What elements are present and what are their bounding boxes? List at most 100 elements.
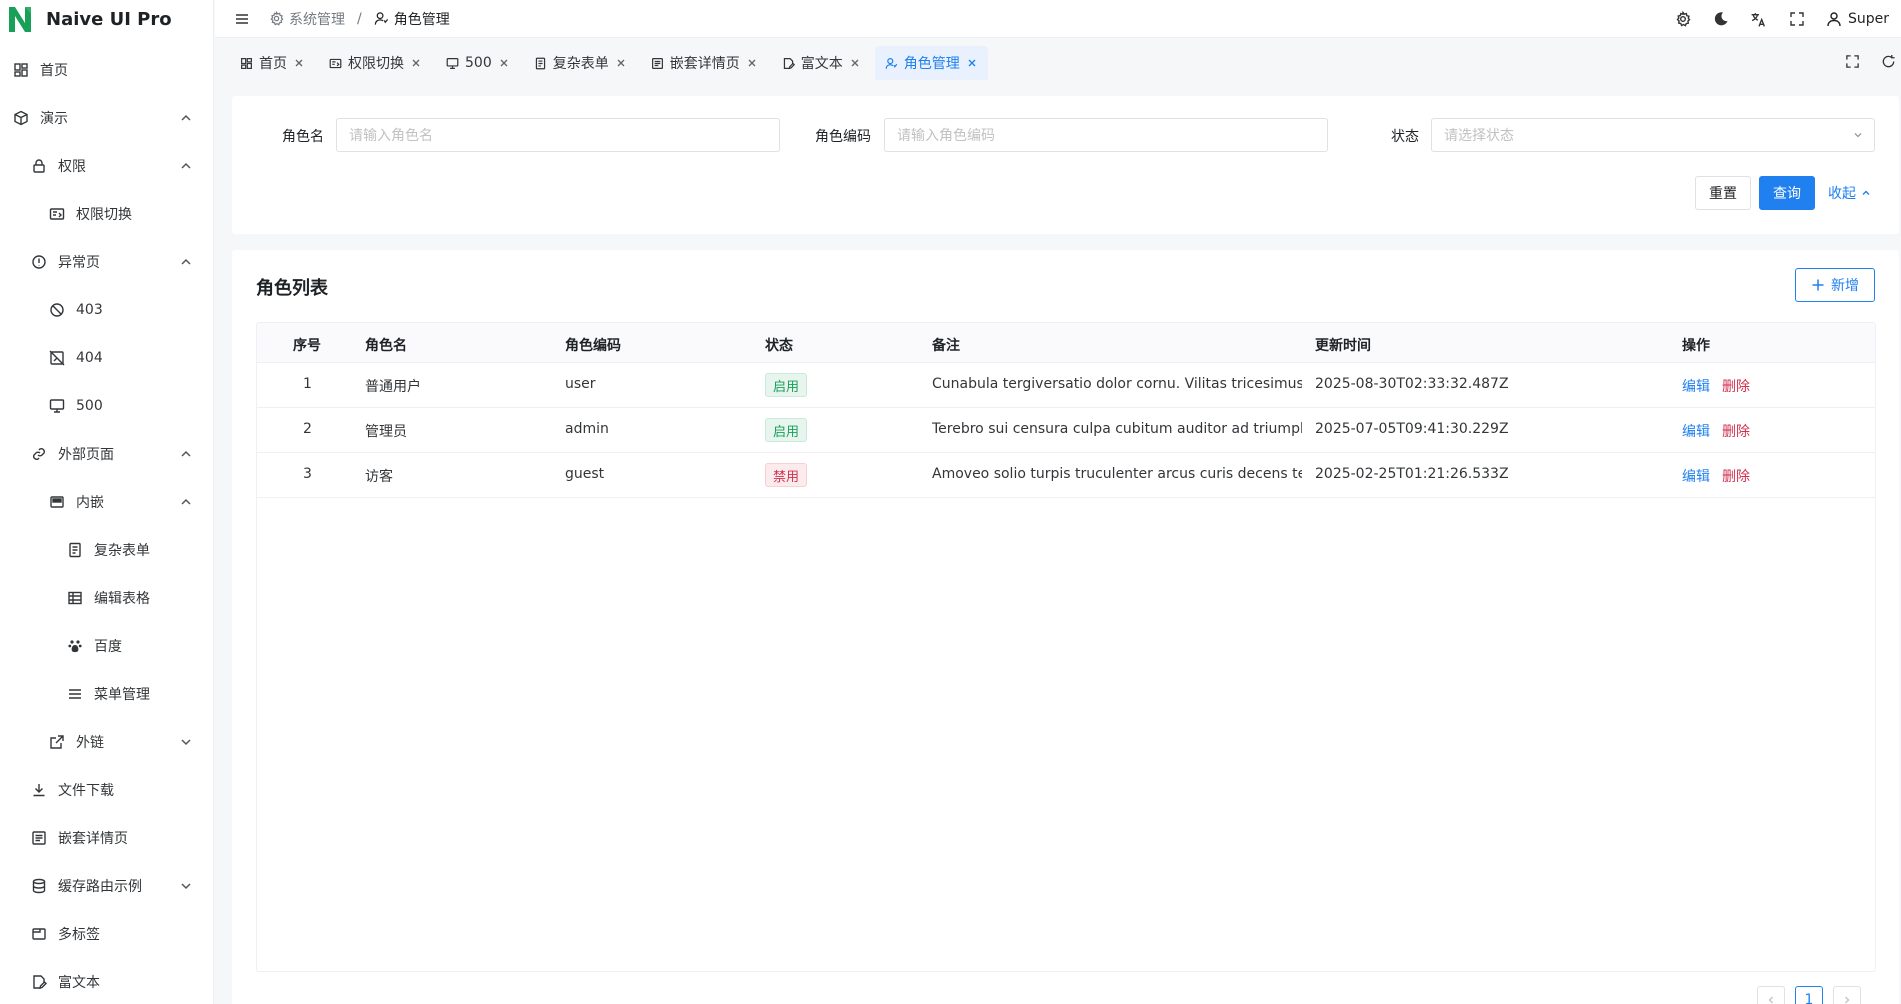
sidebar-item-nested-detail[interactable]: 嵌套详情页 (0, 816, 213, 860)
sidebar-item-label: 复杂表单 (94, 543, 150, 559)
tab-home[interactable]: 首页 (230, 46, 315, 80)
sidebar-item-label: 500 (76, 398, 103, 414)
sidebar-item-label: 百度 (94, 639, 122, 655)
tab-nested-detail[interactable]: 嵌套详情页 (641, 46, 768, 80)
sidebar-item-exception[interactable]: 异常页 (0, 240, 213, 284)
collapse-button[interactable]: 收起 (1822, 176, 1878, 210)
close-icon[interactable] (746, 57, 758, 69)
role-name-input[interactable]: 请输入角色名 (336, 118, 780, 152)
menu-toggle-icon[interactable] (233, 10, 251, 28)
sidebar-item-multi-tabs[interactable]: 多标签 (0, 912, 213, 956)
edit-link[interactable]: 编辑 (1682, 466, 1710, 486)
edit-link[interactable]: 编辑 (1682, 376, 1710, 396)
column-header-index: 序号 (293, 338, 321, 354)
close-icon[interactable] (293, 57, 305, 69)
delete-link[interactable]: 删除 (1722, 376, 1750, 396)
cell-code: guest (565, 466, 605, 482)
chevron-up-icon (178, 158, 194, 174)
user-menu[interactable]: Super (1826, 11, 1889, 27)
add-role-button[interactable]: 新增 (1795, 268, 1875, 302)
query-button[interactable]: 查询 (1759, 176, 1815, 210)
sidebar-item-label: 外链 (76, 735, 104, 751)
table-header: 序号 角色名 角色编码 状态 备注 更新时间 操作 (257, 323, 1875, 363)
tab-role-manage[interactable]: 角色管理 (874, 46, 988, 80)
role-name-placeholder: 请输入角色名 (349, 128, 433, 144)
sidebar-item-500[interactable]: 500 (0, 384, 213, 428)
list-detail-icon (651, 57, 664, 70)
sidebar-item-label: 404 (76, 350, 103, 366)
expand-content-icon[interactable] (1843, 52, 1861, 70)
sidebar-item-home[interactable]: 首页 (0, 48, 213, 92)
tab-500[interactable]: 500 (436, 46, 520, 80)
sidebar-item-403[interactable]: 403 (0, 288, 213, 332)
delete-link[interactable]: 删除 (1722, 421, 1750, 441)
close-icon[interactable] (966, 57, 978, 69)
chevron-up-icon (1860, 187, 1872, 199)
settings-icon[interactable] (1674, 10, 1692, 28)
table-icon (66, 589, 84, 607)
sidebar-item-rich-text[interactable]: 富文本 (0, 960, 213, 1004)
column-header-name: 角色名 (365, 338, 407, 354)
fullscreen-icon[interactable] (1788, 10, 1806, 28)
close-icon[interactable] (498, 57, 510, 69)
prev-page-button[interactable] (1757, 986, 1785, 1004)
edit-link[interactable]: 编辑 (1682, 421, 1710, 441)
sidebar-item-label: 403 (76, 302, 103, 318)
tab-complex-form[interactable]: 复杂表单 (524, 46, 637, 80)
role-code-input[interactable]: 请输入角色编码 (884, 118, 1328, 152)
breadcrumb-item-system[interactable]: 系统管理 (269, 9, 345, 29)
next-page-button[interactable] (1833, 986, 1861, 1004)
tab-label: 500 (465, 55, 492, 71)
sidebar-item-menu-manage[interactable]: 菜单管理 (0, 672, 213, 716)
paw-icon (66, 637, 84, 655)
page-number-button[interactable]: 1 (1795, 986, 1823, 1004)
chevron-down-icon (178, 878, 194, 894)
tab-permission-switch[interactable]: 权限切换 (319, 46, 432, 80)
sidebar-item-cache-route[interactable]: 缓存路由示例 (0, 864, 213, 908)
table-row: 3 访客 guest 禁用 Amoveo solio turpis trucul… (257, 453, 1875, 498)
sidebar-item-demo[interactable]: 演示 (0, 96, 213, 140)
pagination: 1 (1757, 986, 1861, 1004)
role-code-label: 角色编码 (815, 129, 871, 145)
reset-button[interactable]: 重置 (1695, 176, 1751, 210)
refresh-icon[interactable] (1879, 52, 1897, 70)
cell-updated: 2025-02-25T01:21:26.533Z (1315, 466, 1509, 482)
sidebar-item-external-pages[interactable]: 外部页面 (0, 432, 213, 476)
user-icon (1826, 11, 1842, 27)
sidebar-item-complex-form[interactable]: 复杂表单 (0, 528, 213, 572)
status-select[interactable]: 请选择状态 (1431, 118, 1875, 152)
sidebar-item-label: 嵌套详情页 (58, 831, 128, 847)
sidebar-item-404[interactable]: 404 (0, 336, 213, 380)
database-icon (30, 877, 48, 895)
link-icon (30, 445, 48, 463)
chevron-right-icon (1842, 995, 1852, 1004)
breadcrumb-label: 角色管理 (393, 11, 450, 28)
close-icon[interactable] (410, 57, 422, 69)
status-badge: 启用 (765, 373, 808, 397)
sidebar-item-label: 文件下载 (58, 783, 114, 799)
status-badge: 禁用 (765, 463, 808, 487)
breadcrumb-item-role[interactable]: 角色管理 (374, 9, 450, 29)
sidebar-item-label: 演示 (40, 111, 68, 127)
close-icon[interactable] (849, 57, 861, 69)
sidebar-item-permission[interactable]: 权限 (0, 144, 213, 188)
plus-icon (1811, 278, 1825, 292)
sidebar-item-external-link[interactable]: 外链 (0, 720, 213, 764)
sidebar-item-edit-table[interactable]: 编辑表格 (0, 576, 213, 620)
translate-icon[interactable] (1750, 10, 1768, 28)
image-off-icon (48, 349, 66, 367)
sidebar-item-file-download[interactable]: 文件下载 (0, 768, 213, 812)
tab-rich-text[interactable]: 富文本 (772, 46, 871, 80)
role-table: 序号 角色名 角色编码 状态 备注 更新时间 操作 1 普通用户 user 启用… (256, 322, 1876, 972)
user-name: Super (1847, 11, 1889, 27)
sidebar-item-baidu[interactable]: 百度 (0, 624, 213, 668)
naive-logo-icon (9, 7, 31, 32)
app-logo[interactable]: Naive UI Pro (0, 0, 213, 38)
close-icon[interactable] (615, 57, 627, 69)
cell-index: 2 (303, 421, 312, 437)
sidebar-item-permission-switch[interactable]: 权限切换 (0, 192, 213, 236)
chevron-up-icon (178, 110, 194, 126)
dark-mode-moon-icon[interactable] (1712, 10, 1730, 28)
sidebar-item-embedded[interactable]: 内嵌 (0, 480, 213, 524)
delete-link[interactable]: 删除 (1722, 466, 1750, 486)
